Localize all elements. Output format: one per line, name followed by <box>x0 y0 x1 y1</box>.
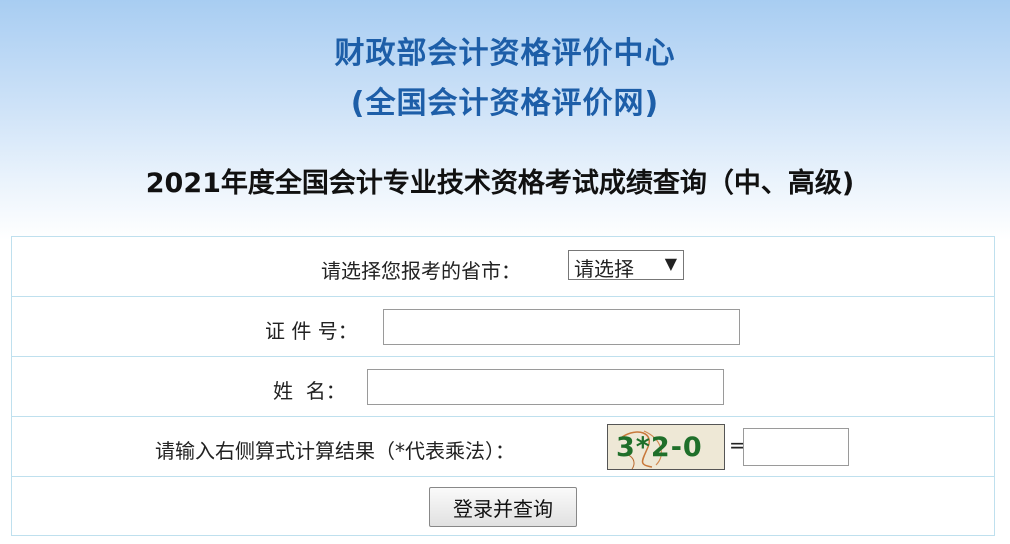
id-number-label: 证 件 号： <box>265 319 358 343</box>
name-row: 姓 名： <box>12 357 994 417</box>
name-input[interactable] <box>367 369 724 405</box>
site-title-line2: (全国会计资格评价网) <box>350 86 660 121</box>
province-select-value: 请选择 <box>574 257 634 281</box>
province-row: 请选择您报考的省市： 请选择 ▼ <box>12 237 994 297</box>
query-form: 请选择您报考的省市： 请选择 ▼ 证 件 号： 姓 名： 请输入右侧算式计算结果… <box>11 236 995 536</box>
captcha-answer-input[interactable] <box>743 428 849 466</box>
province-select[interactable]: 请选择 ▼ <box>568 250 684 281</box>
captcha-image[interactable]: 3*2-0 <box>607 424 725 470</box>
province-label: 请选择您报考的省市： <box>321 259 521 283</box>
id-number-input[interactable] <box>383 309 740 345</box>
submit-row: 登录并查询 <box>12 477 994 537</box>
id-row: 证 件 号： <box>12 297 994 357</box>
dropdown-arrow-icon: ▼ <box>664 254 677 273</box>
captcha-text: 3*2-0 <box>616 432 703 463</box>
login-query-button[interactable]: 登录并查询 <box>429 487 577 527</box>
captcha-label: 请输入右侧算式计算结果（*代表乘法）： <box>155 439 515 463</box>
page-header: 财政部会计资格评价中心 (全国会计资格评价网) 2021年度全国会计专业技术资格… <box>0 0 1010 230</box>
name-label: 姓 名： <box>273 379 346 403</box>
page-title: 2021年度全国会计专业技术资格考试成绩查询（中、高级) <box>145 168 855 199</box>
site-title-line1: 财政部会计资格评价中心 <box>334 36 676 71</box>
captcha-row: 请输入右侧算式计算结果（*代表乘法）： 3*2-0 = <box>12 417 994 477</box>
